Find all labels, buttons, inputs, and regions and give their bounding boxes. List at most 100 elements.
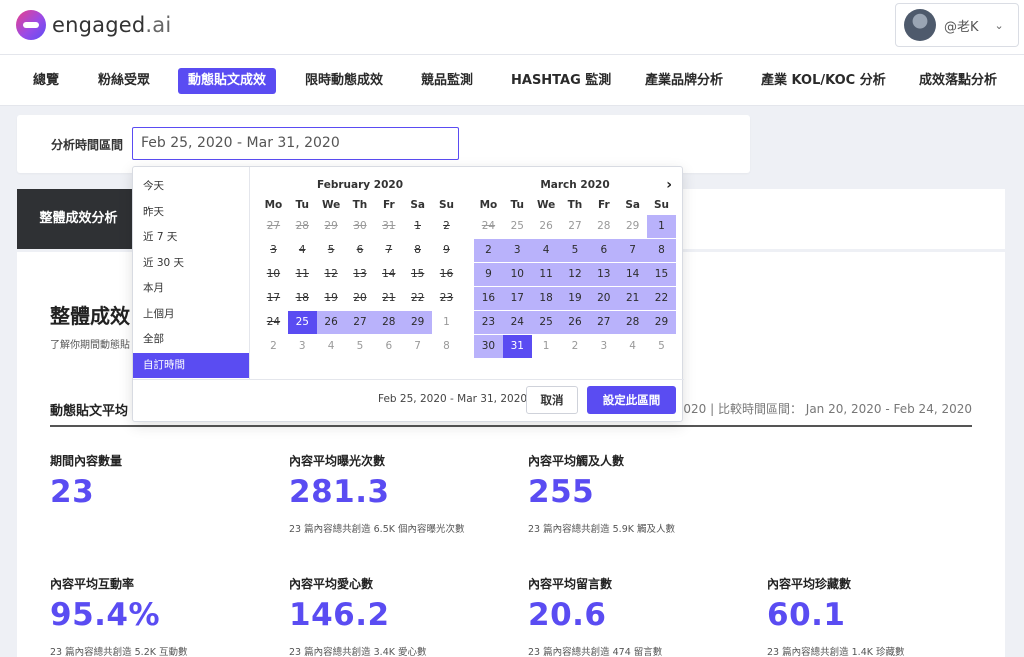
preset-range-item[interactable]: 本月	[133, 276, 249, 302]
metric-value: 146.2	[289, 597, 390, 633]
preset-range-custom[interactable]: 自訂時間	[133, 352, 249, 378]
calendar-day[interactable]: 25	[503, 215, 532, 238]
calendar-grid: Mo Tu We Th Fr Sa Su 27 28 29 30 31 1 2 3 4 5 6 7 8 9 10 11 12 1…	[259, 196, 461, 359]
calendar-day[interactable]: 21	[618, 287, 648, 310]
calendar-day[interactable]: 16	[474, 287, 503, 310]
calendar-day[interactable]: 26	[532, 215, 561, 238]
calendar-day[interactable]: 23	[474, 311, 503, 334]
calendar-day-selected[interactable]: 25	[287, 311, 317, 334]
calendar-day[interactable]: 2	[561, 335, 590, 358]
nav-item-overview[interactable]: 總覽	[23, 68, 69, 94]
calendar-day[interactable]: 4	[317, 335, 346, 358]
calendar-day[interactable]: 3	[288, 335, 317, 358]
calendar-day[interactable]: 1	[647, 215, 676, 238]
calendar-day[interactable]: 7	[618, 239, 648, 262]
metric-label: 內容平均留言數	[528, 577, 613, 591]
user-menu[interactable]: @老K ⌄	[895, 3, 1019, 47]
weekday-label: Su	[438, 199, 454, 211]
top-header: engaged.ai @老K ⌄	[0, 0, 1024, 55]
calendar-day[interactable]: 6	[374, 335, 403, 358]
user-name: @老K	[944, 19, 979, 35]
calendar-day[interactable]: 15	[647, 263, 676, 286]
nav-item-benchmark[interactable]: 成效落點分析	[909, 68, 1007, 94]
selected-range-text: Feb 25, 2020 - Mar 31, 2020	[378, 393, 528, 405]
cancel-button[interactable]: 取消	[526, 386, 578, 414]
calendar-day[interactable]: 29	[647, 311, 676, 334]
calendar-day[interactable]: 14	[618, 263, 648, 286]
brand-name: engaged	[52, 13, 146, 37]
calendar-day[interactable]: 3	[502, 239, 532, 262]
calendar-day[interactable]: 4	[531, 239, 561, 262]
chevron-right-icon[interactable]: ›	[666, 174, 672, 196]
calendar-february: February 2020 Mo Tu We Th Fr Sa Su 27 28 29 30 31 1 2…	[259, 174, 461, 359]
calendar-day: 11	[295, 268, 309, 280]
weekday-label: Sa	[625, 199, 640, 211]
calendar-day[interactable]: 29	[618, 215, 647, 238]
preset-range-item[interactable]: 全部	[133, 327, 249, 353]
calendar-month-title: February 2020	[316, 179, 404, 191]
calendar-day[interactable]: 6	[589, 239, 619, 262]
calendar-day[interactable]: 5	[647, 335, 676, 358]
preset-range-item[interactable]: 近 7 天	[133, 225, 249, 251]
divider	[50, 425, 972, 427]
nav-item-post-performance[interactable]: 動態貼文成效	[178, 68, 277, 94]
preset-range-item[interactable]: 上個月	[133, 302, 249, 328]
calendar-day[interactable]: 10	[502, 263, 532, 286]
calendar-day: 5	[327, 244, 335, 256]
calendar-day[interactable]: 8	[432, 335, 461, 358]
tab-overall-analysis[interactable]: 整體成效分析	[17, 189, 140, 249]
calendar-day[interactable]: 18	[531, 287, 561, 310]
weekday-label: Th	[567, 199, 583, 211]
calendar-day: 9	[443, 244, 450, 256]
nav-item-story-performance[interactable]: 限時動態成效	[295, 68, 393, 94]
calendar-day[interactable]: 26	[560, 311, 590, 334]
preset-range-item[interactable]: 昨天	[133, 200, 249, 226]
calendar-day[interactable]: 5	[346, 335, 375, 358]
preset-range-item[interactable]: 近 30 天	[133, 251, 249, 277]
nav-item-audience[interactable]: 粉絲受眾	[88, 68, 160, 94]
nav-item-hashtag[interactable]: HASHTAG 監測	[501, 68, 621, 94]
apply-range-button[interactable]: 設定此區間	[587, 386, 676, 414]
nav-item-competitor[interactable]: 競品監測	[411, 68, 483, 94]
calendar-day-selected[interactable]: 31	[502, 335, 532, 358]
calendar-day[interactable]: 25	[531, 311, 561, 334]
calendar-day[interactable]: 2	[259, 335, 288, 358]
calendar-day[interactable]: 2	[474, 239, 503, 262]
calendar-day[interactable]: 19	[560, 287, 590, 310]
metric-label: 內容平均互動率	[50, 577, 135, 591]
calendar-day[interactable]: 28	[589, 215, 618, 238]
calendar-day[interactable]: 8	[647, 239, 676, 262]
calendar-day[interactable]: 5	[560, 239, 590, 262]
calendar-day[interactable]: 28	[618, 311, 648, 334]
metric-avg-reach: 內容平均觸及人數 255 23 篇內容總共創造 5.9K 觸及人數	[528, 452, 748, 535]
calendar-day[interactable]: 9	[474, 263, 503, 286]
brand-logo[interactable]: engaged.ai	[16, 10, 171, 40]
calendar-day[interactable]: 27	[561, 215, 590, 238]
calendar-day[interactable]: 26	[316, 311, 346, 334]
calendar-day[interactable]: 22	[647, 287, 676, 310]
date-range-input[interactable]: Feb 25, 2020 - Mar 31, 2020	[132, 127, 459, 160]
preset-range-item[interactable]: 今天	[133, 174, 249, 200]
calendar-day[interactable]: 3	[589, 335, 618, 358]
calendar-day[interactable]: 28	[374, 311, 404, 334]
nav-item-industry-brand[interactable]: 產業品牌分析	[635, 68, 733, 94]
calendar-day: 24	[266, 316, 281, 328]
calendar-day[interactable]: 30	[474, 335, 503, 358]
weekday-label: Su	[653, 199, 669, 211]
calendar-day: 22	[410, 292, 425, 304]
nav-item-industry-kol[interactable]: 產業 KOL/KOC 分析	[751, 68, 896, 94]
calendar-day[interactable]: 1	[432, 311, 461, 334]
calendar-day[interactable]: 27	[589, 311, 619, 334]
calendar-day[interactable]: 20	[589, 287, 619, 310]
calendar-day[interactable]: 7	[403, 335, 432, 358]
calendar-day[interactable]: 13	[589, 263, 619, 286]
calendar-day[interactable]: 12	[560, 263, 590, 286]
calendar-day[interactable]: 27	[345, 311, 375, 334]
weekday-label: Fr	[597, 199, 610, 211]
calendar-day[interactable]: 11	[531, 263, 561, 286]
calendar-day[interactable]: 1	[532, 335, 561, 358]
calendar-day[interactable]: 4	[618, 335, 647, 358]
calendar-day[interactable]: 17	[502, 287, 532, 310]
calendar-day[interactable]: 24	[502, 311, 532, 334]
calendar-day[interactable]: 29	[403, 311, 433, 334]
